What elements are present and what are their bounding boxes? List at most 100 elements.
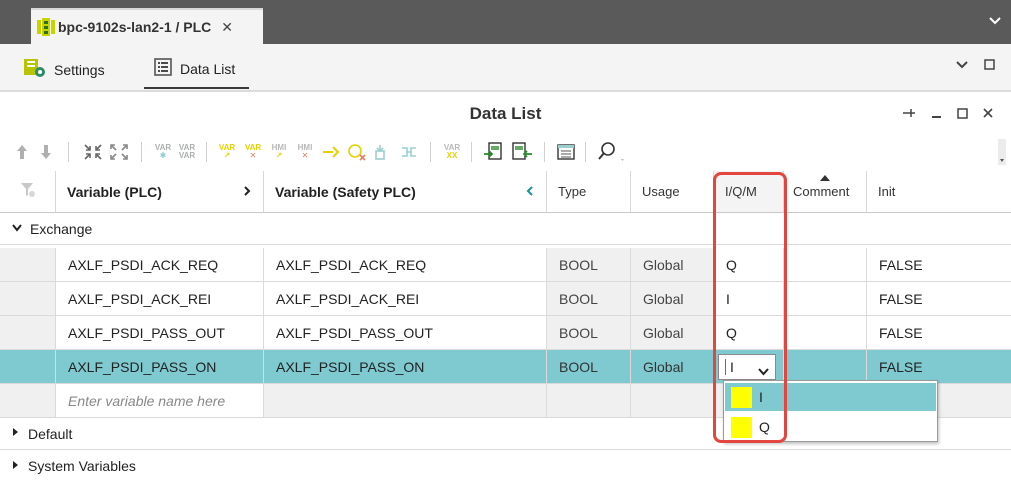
tab-data-list[interactable]: Data List (143, 58, 250, 89)
move-up-icon[interactable] (12, 141, 32, 163)
cell-iqm[interactable]: Q (714, 248, 784, 282)
connect-icon[interactable] (320, 141, 342, 163)
chevron-down-icon[interactable] (989, 13, 1001, 29)
delete-variable-icon[interactable]: VAR ✕ (242, 141, 264, 163)
cell-variable-safety-plc[interactable]: AXLF_PSDI_ACK_REI (264, 282, 547, 316)
row-header-cell[interactable] (0, 248, 56, 282)
hmi-delete-icon[interactable]: HMI ✕ (294, 141, 316, 163)
cell-comment[interactable] (784, 282, 867, 316)
column-header-variable-plc[interactable]: Variable (PLC) (56, 171, 264, 213)
column-header-label: Variable (PLC) (67, 183, 162, 200)
row-header-cell[interactable] (0, 316, 56, 350)
table-row[interactable]: AXLF_PSDI_ACK_REQ AXLF_PSDI_ACK_REQ BOOL… (0, 248, 1011, 282)
cell-init[interactable]: FALSE (867, 248, 1011, 282)
cell-variable-safety-plc[interactable]: AXLF_PSDI_ACK_REQ (264, 248, 547, 282)
cell-type: BOOL (547, 248, 631, 282)
cell-comment[interactable] (784, 248, 867, 282)
cell-init[interactable]: FALSE (867, 316, 1011, 350)
column-header-comment[interactable]: Comment (784, 171, 867, 213)
link-icon[interactable] (398, 141, 420, 163)
export-csv-icon[interactable] (482, 141, 506, 163)
table-row[interactable]: AXLF_PSDI_ACK_REI AXLF_PSDI_ACK_REI BOOL… (0, 282, 1011, 316)
column-header-type[interactable]: Type (547, 171, 631, 213)
dropdown-option-label: I (759, 389, 763, 405)
assign-icon[interactable] (372, 141, 394, 163)
document-tab[interactable]: bpc-9102s-lan2-1 / PLC ✕ (31, 8, 263, 44)
close-tab-icon[interactable]: ✕ (221, 19, 233, 36)
cell-variable-plc[interactable]: AXLF_PSDI_PASS_OUT (56, 316, 264, 350)
chevron-down-icon[interactable] (956, 58, 968, 73)
add-variable-icon[interactable]: VAR ✱ (152, 141, 174, 163)
move-down-icon[interactable] (36, 141, 56, 163)
toolbar-separator (471, 142, 472, 162)
cell-type (547, 384, 631, 418)
import-csv-icon[interactable] (510, 141, 534, 163)
chevron-right-icon[interactable] (12, 460, 20, 473)
chevron-left-icon[interactable] (526, 184, 534, 200)
group-exchange[interactable]: Exchange (0, 214, 1011, 245)
edit-variable-icon[interactable]: VAR ↗ (216, 141, 238, 163)
search-icon[interactable] (596, 141, 630, 163)
maximize-icon[interactable] (984, 58, 995, 73)
table-view-icon[interactable] (555, 141, 577, 163)
column-header-label: Comment (793, 184, 850, 199)
chevron-down-icon[interactable] (758, 363, 769, 379)
close-icon[interactable] (982, 106, 994, 122)
hmi-edit-icon[interactable]: HMI ↗ (268, 141, 290, 163)
toolbar-separator (544, 142, 545, 162)
cell-iqm[interactable]: I (714, 350, 784, 384)
row-header-cell[interactable] (0, 384, 56, 418)
cell-iqm[interactable]: Q (714, 316, 784, 350)
cell-usage (631, 384, 714, 418)
filter-icon[interactable] (19, 181, 37, 202)
cell-type: BOOL (547, 316, 631, 350)
filter-column-header[interactable] (0, 171, 56, 213)
maximize-icon[interactable] (957, 106, 968, 122)
cell-comment[interactable] (784, 350, 867, 384)
cell-variable-plc[interactable]: AXLF_PSDI_ACK_REI (56, 282, 264, 316)
new-variable-input[interactable]: Enter variable name here (56, 384, 264, 418)
dropdown-option-q[interactable]: Q (725, 413, 936, 441)
collapse-all-icon[interactable] (82, 141, 104, 163)
cell-variable-plc[interactable]: AXLF_PSDI_PASS_ON (56, 350, 264, 384)
toolbar: VAR ✱ VAR VAR VAR ↗ VAR ✕ HMI ↗ HMI ✕ VAR XX (0, 134, 1011, 170)
row-header-cell[interactable] (0, 282, 56, 316)
group-label: Exchange (30, 221, 93, 237)
column-header-variable-safety-plc[interactable]: Variable (Safety PLC) (264, 171, 547, 213)
table-row[interactable]: AXLF_PSDI_PASS_OUT AXLF_PSDI_PASS_OUT BO… (0, 316, 1011, 350)
pin-icon[interactable] (902, 106, 916, 122)
cell-variable-plc[interactable]: AXLF_PSDI_ACK_REQ (56, 248, 264, 282)
group-system-variables[interactable]: System Variables (0, 450, 1011, 482)
toolbar-separator (206, 142, 207, 162)
tab-settings[interactable]: Settings (24, 58, 105, 81)
text-cursor (725, 358, 726, 375)
cell-init[interactable]: FALSE (867, 350, 1011, 384)
chevron-down-icon[interactable] (12, 223, 22, 235)
toolbar-separator (430, 142, 431, 162)
table-row-selected[interactable]: AXLF_PSDI_PASS_ON AXLF_PSDI_PASS_ON BOOL… (0, 350, 1011, 384)
insert-variable-icon[interactable]: VAR VAR (176, 141, 198, 163)
cell-comment[interactable] (784, 316, 867, 350)
chevron-right-icon[interactable] (12, 427, 20, 440)
title-bar: bpc-9102s-lan2-1 / PLC ✕ (0, 0, 1011, 44)
settings-icon (24, 58, 46, 81)
column-header-label: Type (558, 184, 587, 199)
iqm-combobox-value: I (730, 358, 734, 375)
row-header-cell[interactable] (0, 350, 56, 384)
cell-init[interactable]: FALSE (867, 282, 1011, 316)
toolbar-overflow-icon[interactable] (996, 139, 1008, 165)
cell-type: BOOL (547, 282, 631, 316)
column-header-iqm[interactable]: I/Q/M (714, 171, 784, 213)
cell-variable-safety-plc[interactable]: AXLF_PSDI_PASS_OUT (264, 316, 547, 350)
chevron-right-icon[interactable] (243, 184, 251, 200)
expand-all-icon[interactable] (108, 141, 130, 163)
disconnect-icon[interactable] (346, 141, 368, 163)
cell-variable-safety-plc[interactable]: AXLF_PSDI_PASS_ON (264, 350, 547, 384)
cell-iqm[interactable]: I (714, 282, 784, 316)
iqm-combobox[interactable]: I (718, 353, 776, 380)
remove-unused-icon[interactable]: VAR XX (441, 141, 463, 163)
minimize-icon[interactable] (931, 106, 942, 122)
column-header-init[interactable]: Init (867, 171, 1011, 213)
column-header-usage[interactable]: Usage (631, 171, 714, 213)
dropdown-option-i[interactable]: I (725, 383, 936, 411)
